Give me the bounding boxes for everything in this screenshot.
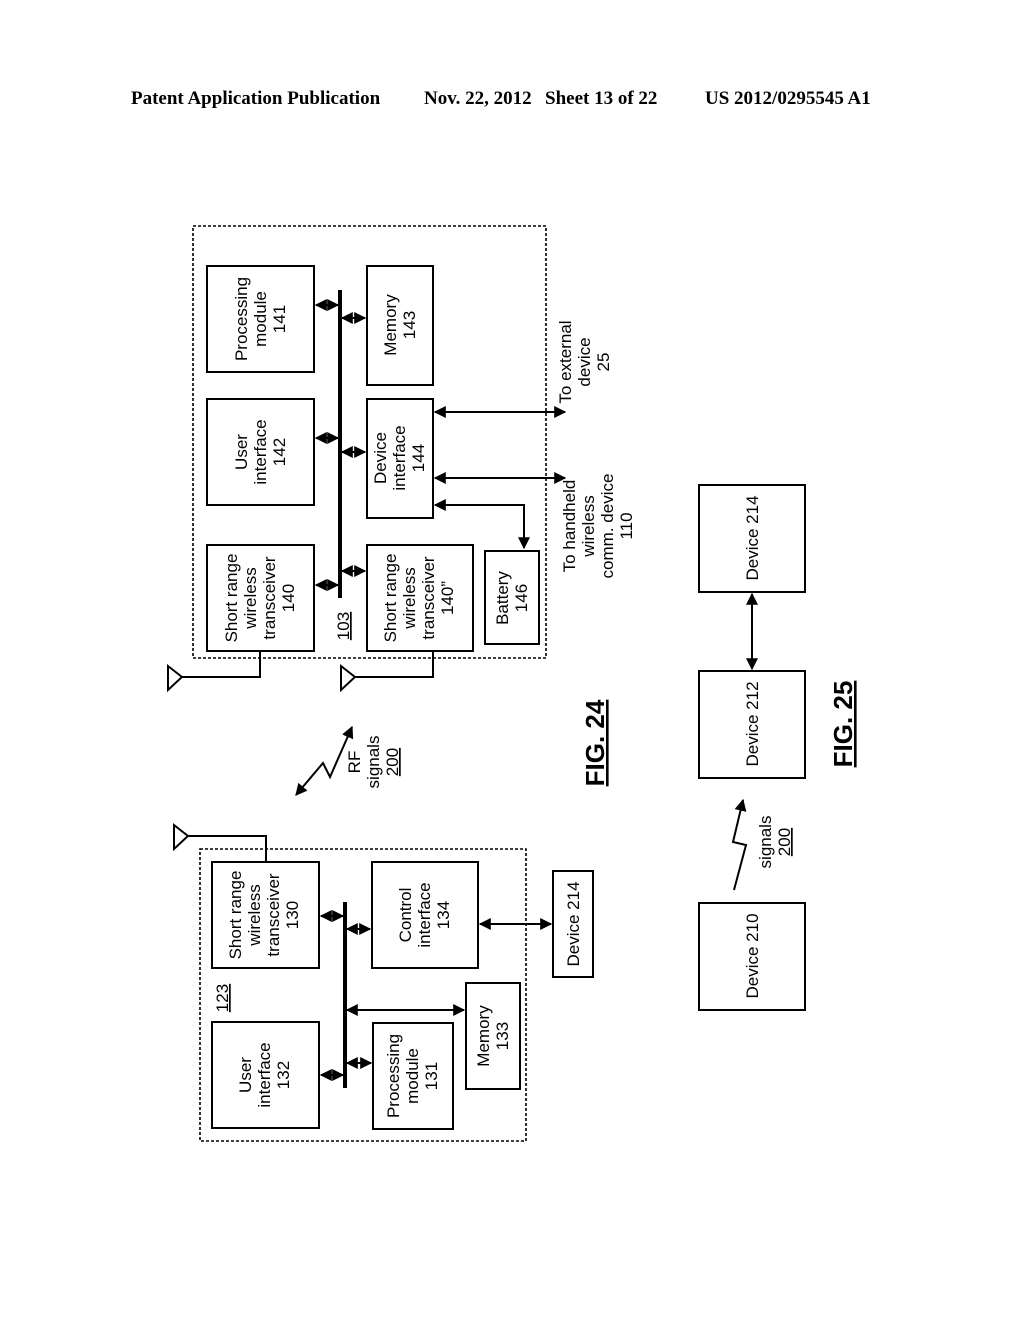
svg-text:transceiver: transceiver — [419, 556, 438, 639]
svg-text:Battery: Battery — [493, 571, 512, 625]
svg-text:Short range: Short range — [381, 554, 400, 643]
device-214-fig25-label: Device 214 — [743, 495, 762, 580]
svg-text:141: 141 — [270, 305, 289, 333]
svg-text:133: 133 — [493, 1022, 512, 1050]
svg-text:FIG. 24: FIG. 24 — [580, 699, 610, 786]
svg-text:140”: 140” — [438, 581, 457, 615]
svg-text:wireless: wireless — [400, 567, 419, 629]
svg-text:device: device — [575, 337, 594, 386]
to-handheld-device-label: To handheld wireless comm. device 110 — [560, 474, 636, 579]
svg-text:140: 140 — [279, 584, 298, 612]
svg-text:comm. device: comm. device — [598, 474, 617, 579]
svg-text:Device: Device — [371, 432, 390, 484]
svg-text:signals: signals — [756, 816, 775, 869]
svg-text:RF: RF — [345, 751, 364, 774]
svg-text:wireless: wireless — [245, 884, 264, 946]
device-210-label: Device 210 — [743, 913, 762, 998]
svg-text:module: module — [403, 1048, 422, 1104]
svg-text:103: 103 — [334, 612, 353, 640]
fig-24-caption: FIG. 24 — [580, 699, 610, 786]
rf-signal-bolt-icon — [295, 725, 354, 796]
svg-text:Device 212: Device 212 — [743, 681, 762, 766]
svg-text:transceiver: transceiver — [260, 556, 279, 639]
svg-text:Processing: Processing — [384, 1034, 403, 1118]
antenna-140-icon — [167, 663, 184, 693]
signals-label: signals 200 — [756, 816, 794, 869]
svg-text:200: 200 — [383, 748, 402, 776]
svg-text:200: 200 — [775, 828, 794, 856]
svg-text:signals: signals — [364, 736, 383, 789]
to-external-device-label: To external device 25 — [556, 320, 613, 403]
antenna-130-icon — [173, 822, 190, 852]
svg-text:FIG. 25: FIG. 25 — [828, 681, 858, 768]
svg-text:User: User — [232, 434, 251, 470]
svg-text:110: 110 — [617, 512, 636, 539]
device-103-ref: 103 — [334, 612, 353, 640]
svg-text:Device 210: Device 210 — [743, 913, 762, 998]
svg-text:146: 146 — [512, 584, 531, 612]
device-212-label: Device 212 — [743, 681, 762, 766]
device-214-fig24-label: Device 214 — [564, 881, 583, 966]
svg-text:transceiver: transceiver — [264, 873, 283, 956]
svg-text:Short range: Short range — [226, 871, 245, 960]
svg-text:144: 144 — [409, 444, 428, 472]
rf-signals-label: RF signals 200 — [345, 736, 402, 789]
patent-drawing: Processing module 141 Memory 143 User in… — [167, 225, 858, 1142]
device-123-ref: 123 — [213, 984, 232, 1012]
svg-text:131: 131 — [422, 1062, 441, 1090]
svg-text:Processing: Processing — [232, 277, 251, 361]
svg-text:To external: To external — [556, 320, 575, 403]
svg-text:interface: interface — [415, 882, 434, 947]
link-144-battery — [433, 499, 530, 550]
svg-text:25: 25 — [594, 353, 613, 372]
svg-text:wireless: wireless — [579, 495, 598, 557]
svg-text:interface: interface — [251, 419, 270, 484]
svg-text:123: 123 — [213, 984, 232, 1012]
svg-text:interface: interface — [255, 1042, 274, 1107]
svg-text:Short range: Short range — [222, 554, 241, 643]
svg-text:134: 134 — [434, 901, 453, 929]
signal-bolt-icon — [731, 798, 748, 891]
svg-text:Memory: Memory — [474, 1005, 493, 1067]
svg-text:Memory: Memory — [381, 294, 400, 356]
svg-text:User: User — [236, 1057, 255, 1093]
svg-text:143: 143 — [400, 311, 419, 339]
svg-text:130: 130 — [283, 901, 302, 929]
svg-text:interface: interface — [390, 425, 409, 490]
antenna-140b-feed — [355, 651, 434, 678]
svg-text:Control: Control — [396, 888, 415, 943]
svg-text:To handheld: To handheld — [560, 480, 579, 573]
svg-text:Device 214: Device 214 — [564, 881, 583, 966]
antenna-140b-icon — [340, 663, 357, 693]
fig-25-caption: FIG. 25 — [828, 681, 858, 768]
svg-text:wireless: wireless — [241, 567, 260, 629]
svg-text:132: 132 — [274, 1061, 293, 1089]
svg-text:module: module — [251, 291, 270, 347]
svg-text:142: 142 — [270, 438, 289, 466]
svg-text:Device 214: Device 214 — [743, 495, 762, 580]
